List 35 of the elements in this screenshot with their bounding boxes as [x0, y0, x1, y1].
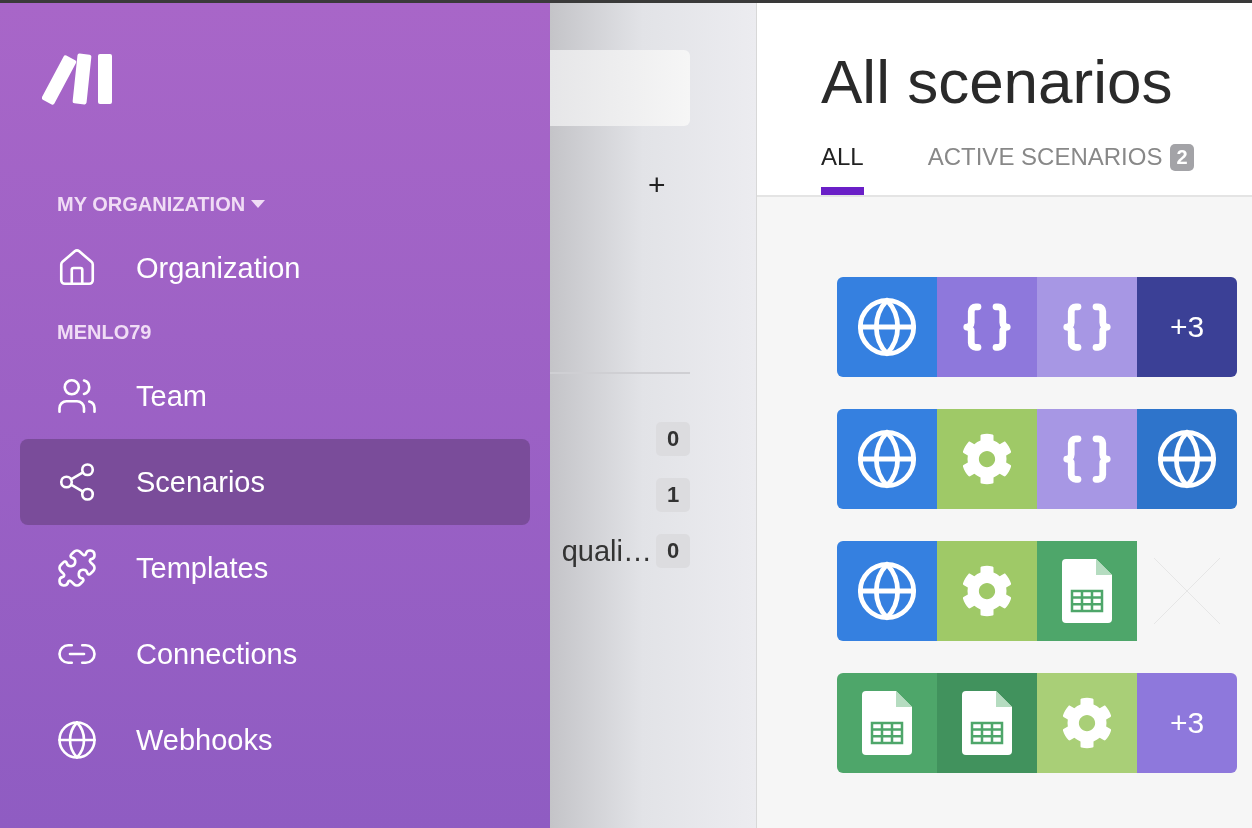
spreadsheet-icon: [1062, 559, 1112, 624]
globe-icon: [56, 719, 98, 761]
nav-label: Organization: [136, 251, 301, 285]
spreadsheet-icon: [862, 691, 912, 756]
nav-item[interactable]: Organization: [20, 225, 530, 311]
add-button[interactable]: +: [648, 170, 666, 200]
folder-name[interactable]: quali…: [561, 534, 652, 568]
more-apps-count: +3: [1137, 673, 1237, 774]
folder-count: 0: [656, 422, 690, 456]
section-heading[interactable]: MY ORGANIZATION: [57, 192, 246, 216]
tab[interactable]: ACTIVE SCENARIOS 2: [927, 133, 1194, 196]
folder-count: 1: [656, 478, 690, 512]
folder-count: 0: [656, 534, 690, 568]
nav-item[interactable]: Templates: [20, 525, 530, 611]
gear-icon: [961, 565, 1013, 618]
nav-item[interactable]: Team: [20, 353, 530, 439]
gear-icon: [1061, 697, 1113, 750]
more-apps-count: +3: [1137, 277, 1237, 378]
nav-item[interactable]: Webhooks: [20, 697, 530, 783]
nav-label: Scenarios: [136, 465, 265, 499]
nav-label: Templates: [136, 551, 269, 585]
nav-item[interactable]: Scenarios: [20, 439, 530, 525]
nav-label: Team: [136, 379, 207, 413]
count-badge: 2: [1170, 143, 1194, 171]
search-field[interactable]: [550, 50, 690, 126]
nav-label: Connections: [136, 637, 298, 671]
tab[interactable]: ALL: [821, 133, 864, 196]
nav-item[interactable]: Connections: [20, 611, 530, 697]
nav-label: Webhooks: [136, 723, 273, 757]
gear-icon: [961, 433, 1013, 486]
section-heading: MENLO79: [57, 320, 152, 344]
page-title: All scenarios: [821, 46, 1173, 118]
puzzle-icon: [56, 547, 98, 589]
caret-icon: [251, 200, 266, 208]
spreadsheet-icon: [962, 691, 1012, 756]
